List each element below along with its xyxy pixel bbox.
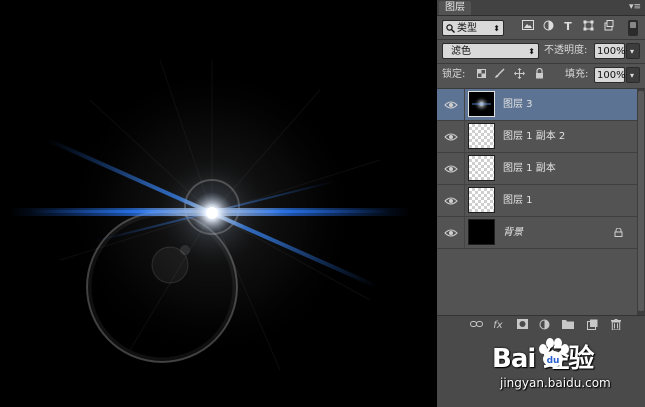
lock-icon [614, 228, 623, 237]
opacity-input[interactable]: 100% [594, 43, 626, 59]
lens-flare-image [0, 0, 437, 407]
smart-object-filter-icon[interactable] [601, 20, 615, 34]
new-group-folder-icon[interactable] [561, 319, 575, 333]
layer-name[interactable]: 图层 1 副本 2 [503, 121, 565, 152]
layer-name[interactable]: 图层 3 [503, 89, 533, 120]
panel-menu-icon[interactable]: ▾≡ [629, 1, 641, 13]
image-filter-icon[interactable] [521, 20, 535, 34]
filter-kind-select[interactable]: 类型 ⬍ [442, 20, 504, 36]
lock-row: 锁定: 填充: 100% ▾ [437, 64, 645, 88]
lock-position-move-icon[interactable] [512, 68, 526, 82]
lock-all-icon[interactable] [532, 67, 546, 82]
visibility-eye-icon[interactable] [444, 163, 458, 175]
fill-value: 100% [597, 70, 626, 81]
opacity-value: 100% [597, 46, 626, 57]
svg-text:du: du [547, 356, 560, 366]
layer-thumbnail[interactable] [468, 123, 495, 149]
row-divider [464, 185, 465, 216]
panel-tab-bar: 图层 ▾≡ [437, 0, 645, 16]
layer-row-layer-3[interactable]: 图层 3 [437, 89, 637, 121]
tab-layers[interactable]: 图层 [439, 1, 471, 15]
adjustment-filter-icon[interactable] [541, 20, 555, 34]
blend-mode-value: 滤色 [451, 46, 471, 57]
layer-row-background[interactable]: 背景 [437, 217, 637, 249]
lock-transparent-pixels-icon[interactable] [474, 68, 488, 82]
layer-thumbnail[interactable] [468, 155, 495, 181]
trash-icon[interactable] [609, 319, 623, 333]
layer-style-fx-button[interactable]: fx [491, 319, 505, 333]
new-adjustment-layer-icon[interactable] [537, 319, 551, 333]
baidu-jingyan-watermark: Bai 经验 du jingyan.baidu.com [480, 332, 640, 402]
blend-mode-select[interactable]: 滤色 ⬍ [442, 43, 539, 59]
row-divider [464, 217, 465, 248]
layer-row-layer-1[interactable]: 图层 1 [437, 185, 637, 217]
filter-kind-label: 类型 [457, 23, 477, 34]
opacity-label: 不透明度: [544, 45, 588, 56]
search-icon [446, 24, 455, 33]
updown-arrow-icon: ⬍ [493, 24, 500, 33]
shape-filter-icon[interactable] [581, 20, 595, 34]
layers-list: 图层 3 图层 1 副本 2 图层 1 副本 图层 1 背景 [437, 89, 637, 315]
opacity-dropdown-button[interactable]: ▾ [626, 43, 640, 59]
lock-label: 锁定: [442, 69, 466, 80]
type-filter-icon[interactable]: T [561, 20, 575, 34]
filter-toggle-switch[interactable] [628, 20, 638, 36]
paw-logo-icon: du [539, 338, 569, 367]
lock-image-pixels-brush-icon[interactable] [492, 68, 506, 82]
layer-thumbnail[interactable] [468, 91, 495, 117]
row-divider [464, 89, 465, 120]
fill-label: 填充: [565, 69, 589, 80]
layer-name[interactable]: 图层 1 [503, 185, 533, 216]
row-divider [464, 121, 465, 152]
fill-input[interactable]: 100% [594, 67, 626, 83]
layer-name[interactable]: 图层 1 副本 [503, 153, 556, 184]
chevron-down-icon: ▾ [630, 71, 635, 80]
link-layers-icon[interactable] [469, 319, 483, 333]
updown-arrow-icon: ⬍ [528, 47, 535, 56]
blend-row: 滤色 ⬍ 不透明度: 100% ▾ [437, 40, 645, 64]
visibility-eye-icon[interactable] [444, 227, 458, 239]
row-divider [464, 153, 465, 184]
document-canvas[interactable] [0, 0, 437, 407]
layers-scrollbar[interactable] [637, 89, 645, 315]
new-layer-icon[interactable] [585, 319, 599, 333]
fill-dropdown-button[interactable]: ▾ [626, 67, 640, 83]
chevron-down-icon: ▾ [630, 47, 635, 56]
layer-thumbnail[interactable] [468, 219, 495, 245]
scrollbar-thumb[interactable] [638, 91, 644, 311]
visibility-eye-icon[interactable] [444, 131, 458, 143]
watermark-url: jingyan.baidu.com [500, 376, 611, 390]
add-mask-icon[interactable] [515, 319, 529, 333]
visibility-eye-icon[interactable] [444, 195, 458, 207]
layer-thumbnail[interactable] [468, 187, 495, 213]
layer-row-layer-1-copy[interactable]: 图层 1 副本 [437, 153, 637, 185]
visibility-eye-icon[interactable] [444, 99, 458, 111]
layer-row-layer-1-copy-2[interactable]: 图层 1 副本 2 [437, 121, 637, 153]
filter-row: 类型 ⬍ T [437, 16, 645, 40]
layer-name[interactable]: 背景 [503, 217, 523, 248]
